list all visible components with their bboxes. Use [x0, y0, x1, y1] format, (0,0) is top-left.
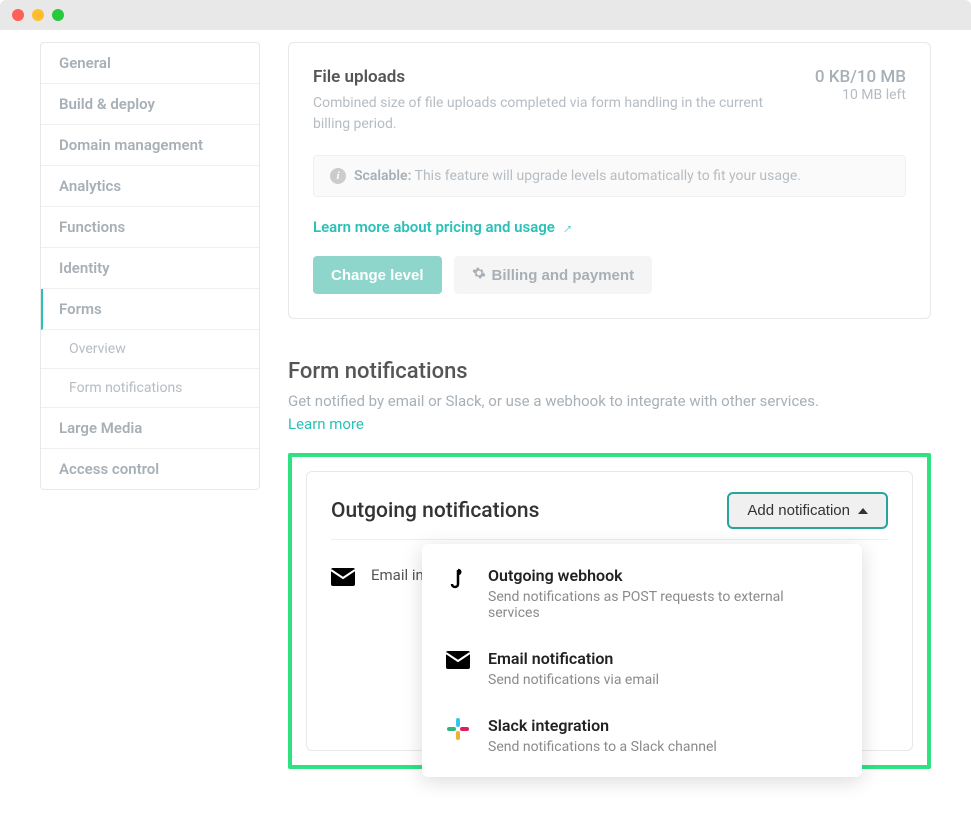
- add-notification-button[interactable]: Add notification: [727, 492, 888, 529]
- sidebar-item-large-media[interactable]: Large Media: [41, 408, 259, 449]
- window-chrome: [0, 0, 971, 30]
- dropdown-webhook-desc: Send notifications as POST requests to e…: [488, 589, 838, 621]
- sidebar-item-analytics[interactable]: Analytics: [41, 166, 259, 207]
- sidebar-subnav: Overview Form notifications: [41, 330, 259, 408]
- dropdown-item-slack[interactable]: Slack integration Send notifications to …: [422, 702, 862, 769]
- outgoing-notifications-title: Outgoing notifications: [331, 499, 539, 523]
- learn-more-link[interactable]: Learn more: [288, 415, 364, 433]
- sidebar: General Build & deploy Domain management…: [0, 30, 260, 769]
- email-icon: [331, 568, 355, 590]
- outgoing-notifications-card: Outgoing notifications Add notification …: [306, 471, 913, 751]
- form-notifications-desc: Get notified by email or Slack, or use a…: [288, 392, 931, 410]
- dropdown-item-email[interactable]: Email notification Send notifications vi…: [422, 635, 862, 702]
- webhook-icon: [446, 568, 470, 592]
- usage-main: 0 KB/10 MB: [815, 67, 906, 87]
- minimize-window-button[interactable]: [32, 9, 44, 21]
- add-notification-dropdown: Outgoing webhook Send notifications as P…: [422, 544, 862, 777]
- dropdown-email-desc: Send notifications via email: [488, 672, 659, 688]
- file-uploads-desc: Combined size of file uploads completed …: [313, 93, 773, 135]
- sidebar-item-build-deploy[interactable]: Build & deploy: [41, 84, 259, 125]
- scalable-info-bar: i Scalable: This feature will upgrade le…: [313, 155, 906, 197]
- close-window-button[interactable]: [12, 9, 24, 21]
- highlight-box: Outgoing notifications Add notification …: [288, 453, 931, 769]
- sidebar-nav: General Build & deploy Domain management…: [40, 42, 260, 490]
- change-level-button[interactable]: Change level: [313, 256, 442, 294]
- info-icon: i: [330, 168, 346, 184]
- scalable-label: Scalable:: [354, 168, 411, 184]
- maximize-window-button[interactable]: [52, 9, 64, 21]
- learn-pricing-link[interactable]: Learn more about pricing and usage →: [313, 218, 573, 236]
- form-notifications-title: Form notifications: [288, 359, 931, 384]
- sidebar-item-access-control[interactable]: Access control: [41, 449, 259, 489]
- sidebar-item-functions[interactable]: Functions: [41, 207, 259, 248]
- external-link-icon: →: [555, 216, 577, 238]
- billing-payment-button[interactable]: Billing and payment: [454, 256, 653, 294]
- sidebar-item-forms[interactable]: Forms: [41, 289, 259, 330]
- scalable-desc: This feature will upgrade levels automat…: [415, 168, 801, 184]
- billing-payment-label: Billing and payment: [492, 267, 635, 284]
- sidebar-sub-overview[interactable]: Overview: [41, 330, 259, 369]
- sidebar-sub-form-notifications[interactable]: Form notifications: [41, 369, 259, 408]
- add-notification-label: Add notification: [747, 502, 850, 519]
- email-icon: [446, 651, 470, 669]
- usage-stats: 0 KB/10 MB 10 MB left: [815, 67, 906, 135]
- chevron-up-icon: [858, 508, 868, 514]
- sidebar-item-general[interactable]: General: [41, 43, 259, 84]
- sidebar-item-domain-management[interactable]: Domain management: [41, 125, 259, 166]
- sidebar-item-identity[interactable]: Identity: [41, 248, 259, 289]
- usage-sub: 10 MB left: [815, 87, 906, 103]
- file-uploads-card: File uploads Combined size of file uploa…: [288, 42, 931, 319]
- dropdown-webhook-title: Outgoing webhook: [488, 566, 838, 585]
- gear-icon: [472, 266, 486, 284]
- slack-icon: [446, 718, 470, 740]
- dropdown-item-webhook[interactable]: Outgoing webhook Send notifications as P…: [422, 552, 862, 635]
- file-uploads-title: File uploads: [313, 67, 773, 87]
- dropdown-slack-desc: Send notifications to a Slack channel: [488, 739, 717, 755]
- learn-pricing-text: Learn more about pricing and usage: [313, 218, 555, 236]
- dropdown-email-title: Email notification: [488, 649, 659, 668]
- dropdown-slack-title: Slack integration: [488, 716, 717, 735]
- main-content: File uploads Combined size of file uploa…: [260, 30, 971, 769]
